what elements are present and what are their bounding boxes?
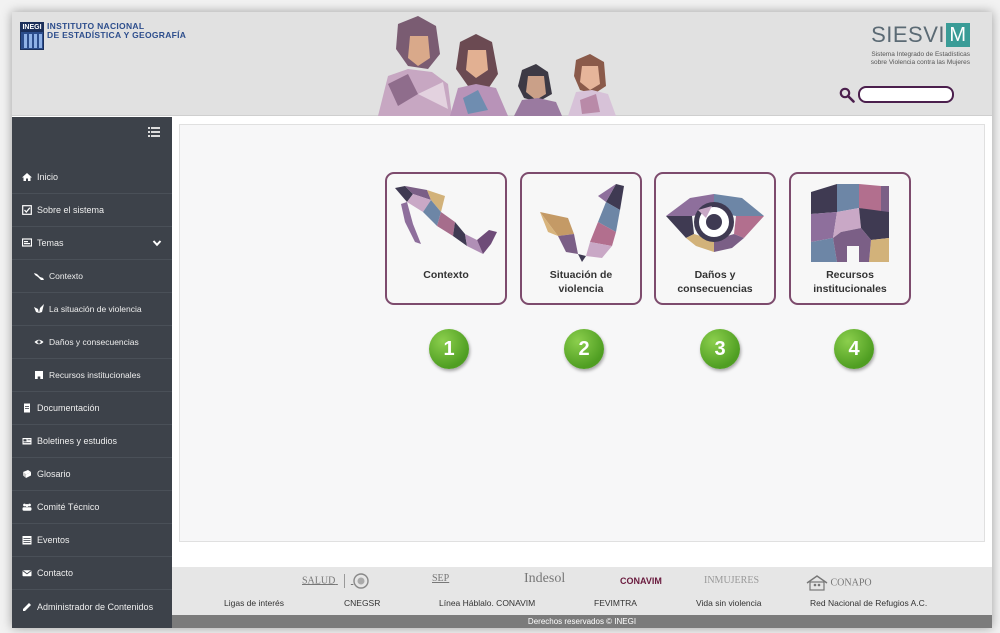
inegi-mark-label: INEGI: [21, 23, 43, 32]
sidebar: Inicio Sobre el sistema Temas Contexto L…: [12, 117, 172, 628]
card-recursos-institucionales[interactable]: Recursos institucionales: [789, 172, 911, 305]
site-header: INEGI INSTITUTO NACIONAL DE ESTADÍSTICA …: [12, 12, 992, 116]
inegi-logo[interactable]: INEGI INSTITUTO NACIONAL DE ESTADÍSTICA …: [20, 22, 186, 50]
sidebar-item-contacto[interactable]: Contacto: [12, 557, 172, 590]
footer-links: Ligas de interés CNEGSR Línea Háblalo. C…: [172, 598, 992, 612]
sidebar-item-label: Contacto: [37, 568, 74, 578]
siesvim-title-text: SIESVI: [871, 22, 945, 47]
butterfly-icon: [34, 304, 44, 313]
card-label-line1: Daños y: [694, 269, 736, 281]
eye-illustration-icon: [666, 194, 764, 252]
sidebar-item-danos-consecuencias[interactable]: Daños y consecuencias: [12, 326, 172, 359]
sidebar-item-situacion-violencia[interactable]: La situación de violencia: [12, 293, 172, 326]
copyright-bar: Derechos reservados © INEGI: [172, 615, 992, 628]
checkbox-icon: [22, 205, 32, 215]
newspaper-icon: [22, 438, 32, 445]
indesol-logo[interactable]: Indesol: [524, 571, 565, 587]
sidebar-item-temas[interactable]: Temas: [12, 227, 172, 260]
sidebar-item-label: Administrador de Contenidos: [37, 601, 154, 612]
card-label-line2: institucionales: [813, 283, 887, 295]
number-badge-2: 2: [564, 329, 604, 369]
sidebar-item-comite-tecnico[interactable]: Comité Técnico: [12, 491, 172, 524]
sidebar-item-eventos[interactable]: Eventos: [12, 524, 172, 557]
footer-link-fevimtra[interactable]: FEVIMTRA: [594, 598, 637, 608]
sidebar-item-inicio[interactable]: Inicio: [12, 161, 172, 194]
search-box: [839, 86, 954, 103]
sidebar-item-label: Glosario: [37, 469, 71, 479]
browser-page: INEGI INSTITUTO NACIONAL DE ESTADÍSTICA …: [12, 12, 992, 628]
card-label-line1: Contexto: [423, 269, 469, 281]
calendar-icon: [22, 536, 32, 545]
footer-link-hablalo[interactable]: Línea Háblalo. CONAVIM: [439, 598, 535, 608]
search-icon[interactable]: [839, 87, 855, 103]
sidebar-item-label: Eventos: [37, 535, 70, 545]
topics-panel: Contexto Situación de violencia Daños y …: [179, 124, 985, 542]
sidebar-item-documentacion[interactable]: Documentación: [12, 392, 172, 425]
people-icon: [22, 503, 32, 511]
building-icon: [35, 371, 43, 379]
document-icon: [24, 403, 30, 413]
card-label-line1: Situación de: [549, 269, 613, 281]
card-contexto[interactable]: Contexto: [385, 172, 507, 305]
number-badge-1: 1: [429, 329, 469, 369]
sidebar-item-label: La situación de violencia: [49, 304, 142, 314]
mexico-seal-icon: [353, 573, 370, 589]
inmujeres-logo[interactable]: INMUJERES: [704, 575, 759, 586]
eye-icon: [34, 339, 44, 345]
header-women-illustration: [378, 16, 616, 116]
salud-logo[interactable]: SALUD: [302, 573, 370, 589]
inegi-name-line2: DE ESTADÍSTICA Y GEOGRAFÍA: [47, 30, 187, 40]
home-icon: [22, 173, 32, 181]
sep-logo[interactable]: SEP: [432, 573, 449, 584]
siesvim-subtitle-line2: sobre Violencia contra las Mujeres: [870, 59, 970, 66]
sidebar-item-label: Sobre el sistema: [37, 205, 105, 215]
footer-link-red-refugios[interactable]: Red Nacional de Refugios A.C.: [810, 598, 927, 608]
sidebar-item-sobre-el-sistema[interactable]: Sobre el sistema: [12, 194, 172, 227]
map-icon: [34, 273, 44, 280]
sidebar-item-recursos-institucionales[interactable]: Recursos institucionales: [12, 359, 172, 392]
sidebar-item-glosario[interactable]: Glosario: [12, 458, 172, 491]
card-label-line2: violencia: [558, 283, 604, 295]
sidebar-item-label: Documentación: [37, 403, 100, 413]
butterfly-illustration-icon: [540, 184, 624, 262]
site-footer: SALUD SEP Indesol CONAVIM INMUJERES CONA…: [172, 567, 992, 628]
card-situacion-violencia[interactable]: Situación de violencia: [520, 172, 642, 305]
siesvim-logo[interactable]: SIESVI M Sistema Integrado de Estadístic…: [871, 22, 970, 67]
footer-link-vida-sin-violencia[interactable]: Vida sin violencia: [696, 598, 762, 608]
main-content: Contexto Situación de violencia Daños y …: [172, 117, 992, 567]
sidebar-item-label: Boletines y estudios: [37, 436, 118, 446]
menu-toggle-icon[interactable]: [148, 127, 160, 137]
topics-icon: [22, 238, 32, 247]
card-label-line1: Recursos: [826, 269, 874, 281]
card-label-line2: consecuencias: [677, 283, 753, 295]
number-badge-4: 4: [834, 329, 874, 369]
footer-link-cnegsr[interactable]: CNEGSR: [344, 598, 380, 608]
sidebar-item-boletines[interactable]: Boletines y estudios: [12, 425, 172, 458]
mexico-map-icon: [395, 186, 497, 254]
inegi-mark-icon: INEGI: [20, 22, 44, 50]
sidebar-item-label: Contexto: [49, 271, 84, 281]
sidebar-item-label: Inicio: [37, 172, 59, 182]
envelope-icon: [22, 570, 32, 577]
conavim-logo[interactable]: CONAVIM: [620, 576, 662, 586]
conapo-house-icon: [806, 575, 828, 591]
sidebar-item-contexto[interactable]: Contexto: [12, 260, 172, 293]
siesvim-m-icon: M: [946, 23, 970, 47]
footer-link-ligas[interactable]: Ligas de interés: [224, 598, 284, 608]
sidebar-item-label: Recursos institucionales: [49, 370, 141, 380]
search-input[interactable]: [858, 86, 954, 103]
conapo-logo[interactable]: CONAPO: [806, 575, 872, 591]
number-badge-3: 3: [700, 329, 740, 369]
partner-logos: SALUD SEP Indesol CONAVIM INMUJERES CONA…: [172, 571, 992, 595]
book-icon: [23, 470, 31, 478]
sidebar-item-label: Comité Técnico: [37, 502, 100, 512]
sidebar-item-administrador[interactable]: Administrador de Contenidos: [12, 590, 172, 623]
pencil-icon: [23, 602, 31, 611]
card-danos-consecuencias[interactable]: Daños y consecuencias: [654, 172, 776, 305]
chevron-down-icon[interactable]: [152, 238, 162, 248]
sidebar-item-label: Daños y consecuencias: [49, 337, 139, 347]
siesvim-subtitle-line1: Sistema Integrado de Estadísticas: [871, 51, 970, 58]
sidebar-item-label: Temas: [37, 238, 64, 248]
building-illustration-icon: [811, 184, 889, 262]
